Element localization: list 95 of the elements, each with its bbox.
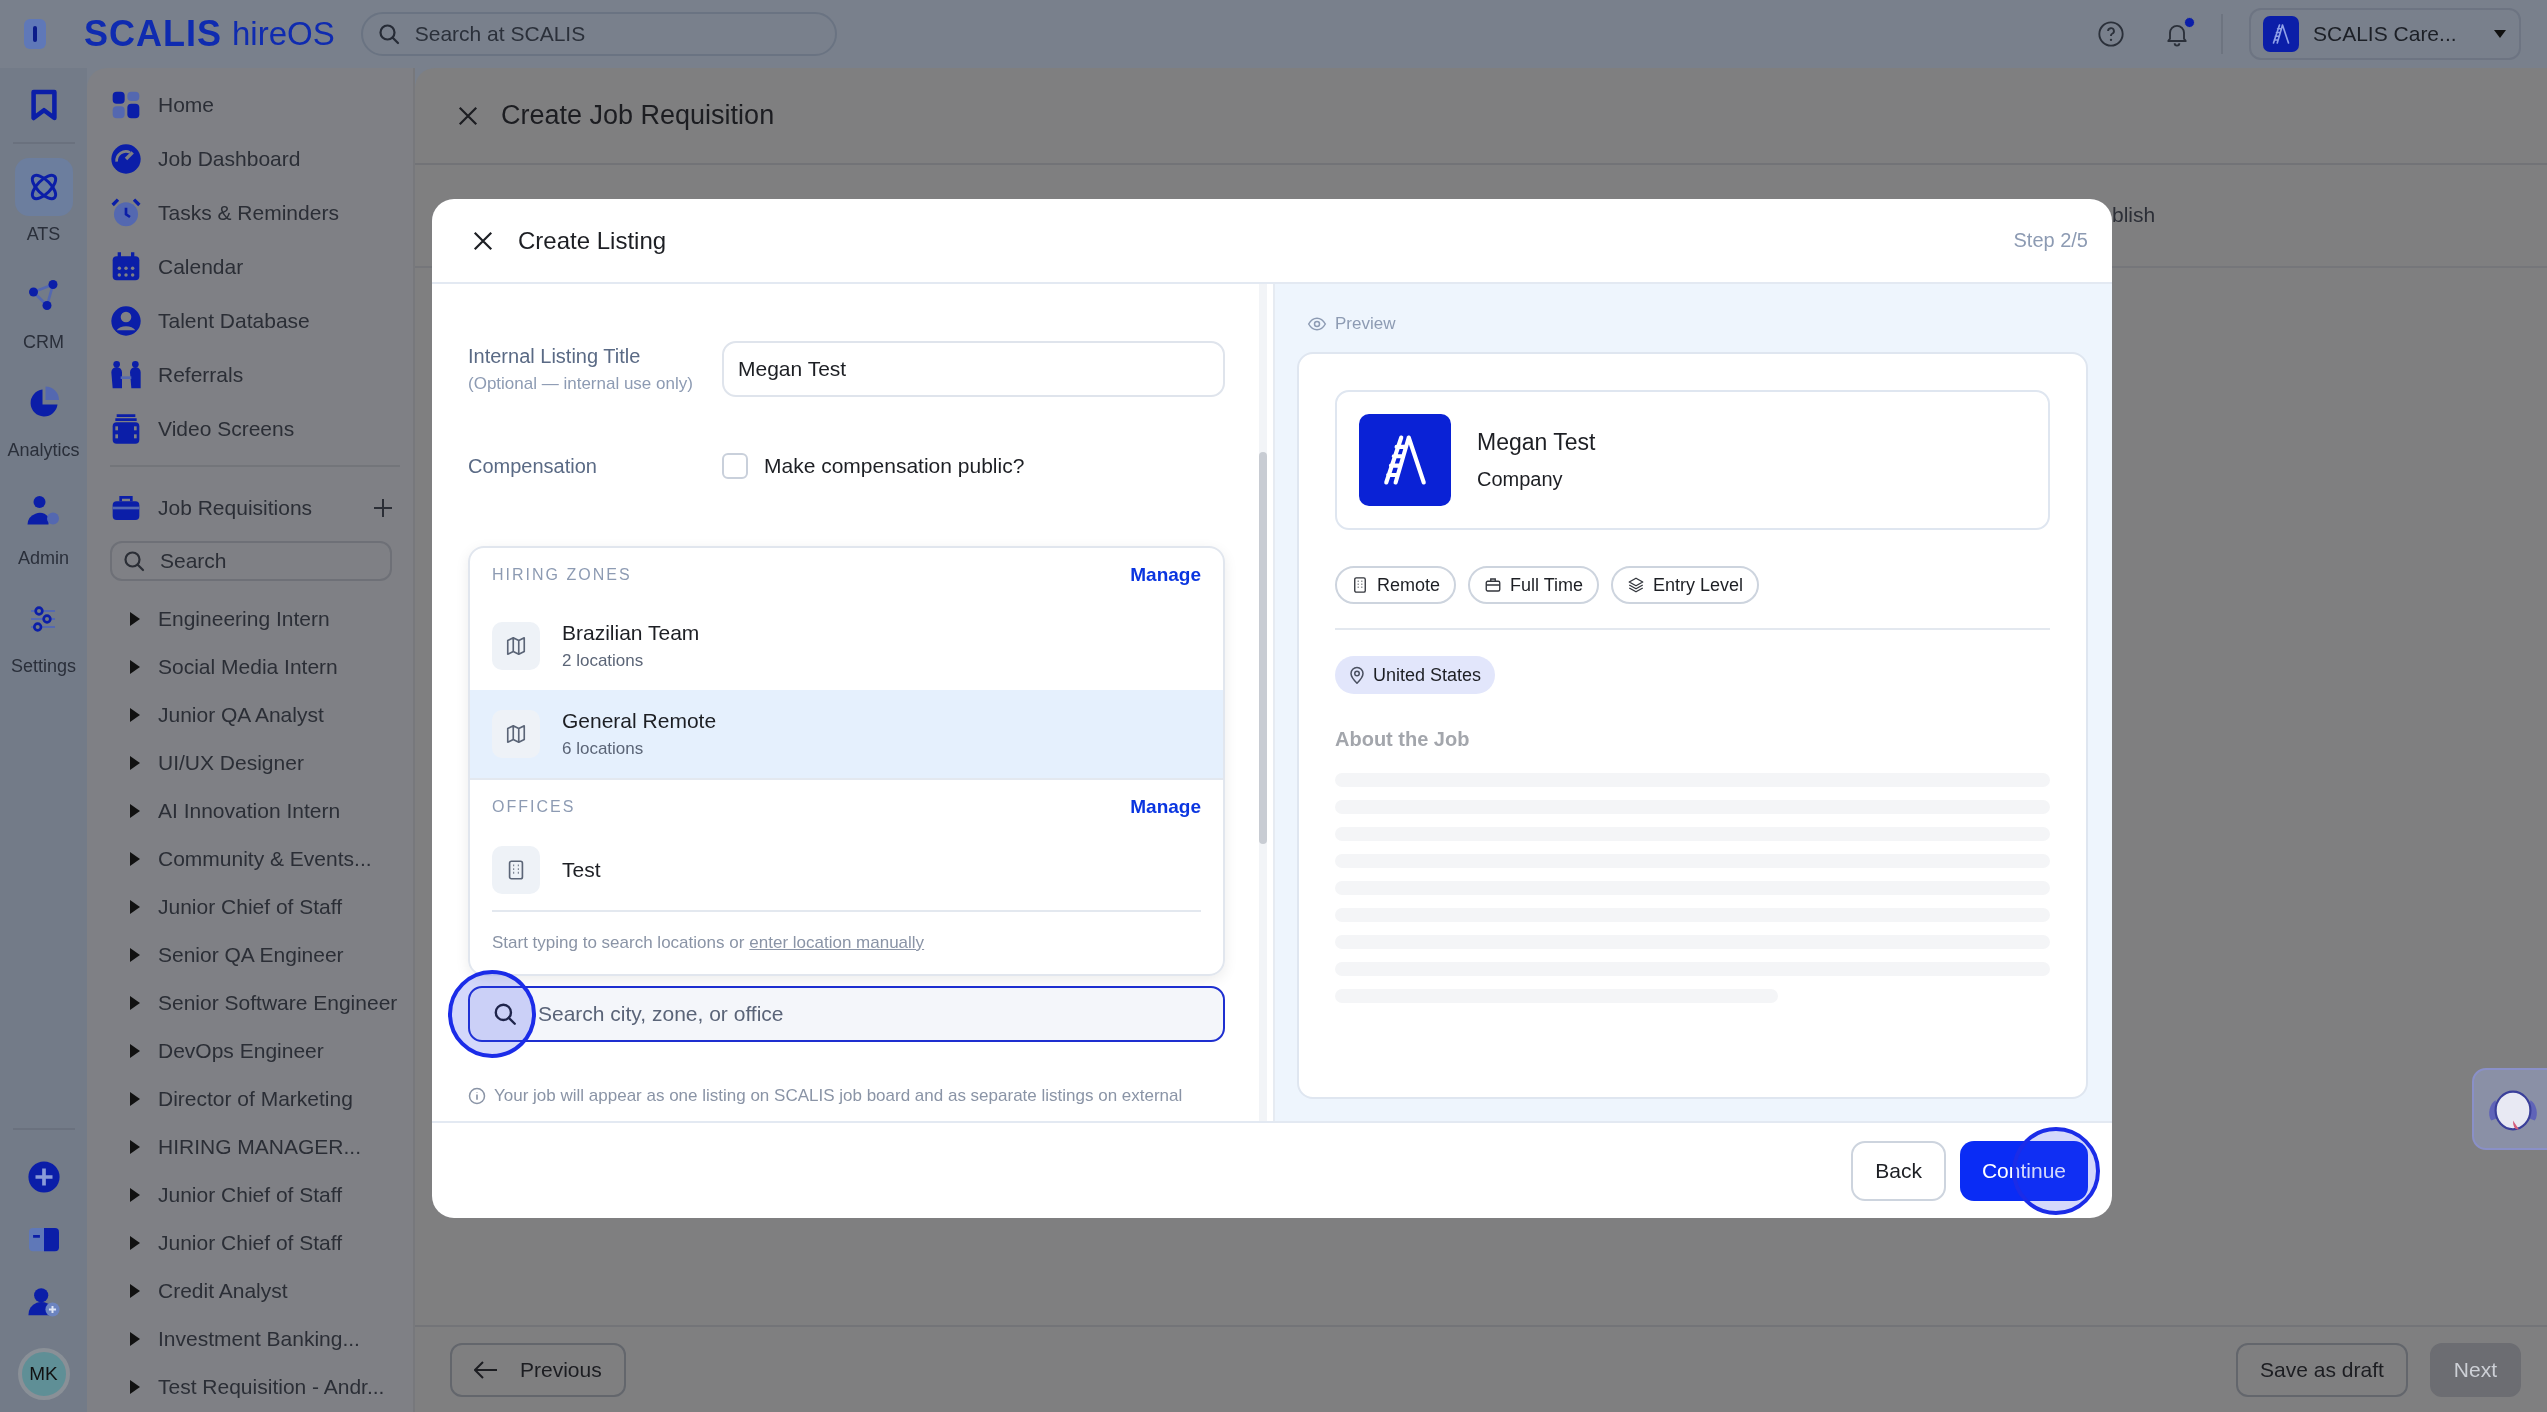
requisition-item[interactable]: Director of Marketing	[110, 1075, 399, 1123]
section-title: About the Job	[1335, 728, 1471, 751]
job-tag: Remote	[1335, 566, 1457, 604]
scrollbar-thumb[interactable]	[1259, 452, 1267, 844]
requisition-item[interactable]: AI Innovation Intern	[110, 787, 399, 835]
alarm-clock-icon	[110, 197, 142, 229]
building-icon	[1351, 576, 1369, 594]
requisition-item[interactable]: Senior Software Engineer	[110, 979, 399, 1027]
search-field[interactable]: Search	[110, 541, 392, 581]
manage-link[interactable]: Manage	[1130, 564, 1201, 586]
film-icon	[110, 413, 142, 445]
checkbox-label: Make compensation public?	[764, 454, 1025, 478]
requisition-item[interactable]: Test Requisition - Andr...	[110, 1363, 399, 1411]
requisition-item[interactable]: Junior Chief of Staff	[110, 883, 399, 931]
field-label: Internal Listing Title	[468, 344, 642, 368]
page-title: Create Job Requisition	[501, 100, 775, 131]
step-indicator: Step 2/5	[2013, 229, 2088, 252]
search-icon	[376, 22, 401, 46]
search-field[interactable]: Search at SCALIS	[360, 12, 837, 56]
job-tag: Full Time	[1468, 566, 1600, 604]
map-icon	[505, 723, 527, 745]
rail-item[interactable]: Analytics	[7, 374, 80, 482]
hint-text: Start typing to search locations or	[492, 933, 745, 953]
field-label: Compensation	[468, 454, 598, 478]
checkbox[interactable]	[722, 453, 748, 479]
location-tag: United States	[1335, 656, 1496, 694]
preview-label: Preview	[1335, 314, 1396, 334]
field-hint: (Optional — internal use only)	[468, 373, 694, 394]
requisition-item[interactable]: Social Media Intern	[110, 643, 399, 691]
nav-item[interactable]: Job Dashboard	[110, 132, 399, 186]
back-button[interactable]: Back	[1851, 1140, 1946, 1201]
arrow-left-icon	[474, 1360, 498, 1379]
manage-link[interactable]: Manage	[1130, 796, 1201, 818]
requisition-item[interactable]: Investment Banking...	[110, 1315, 399, 1363]
eye-icon	[1307, 314, 1327, 334]
modal-title: Create Listing	[518, 226, 668, 255]
requisition-item[interactable]: UI/UX Designer	[110, 739, 399, 787]
search-icon	[492, 1001, 518, 1027]
info-icon	[468, 1087, 486, 1105]
requisition-item[interactable]: Community & Events...	[110, 835, 399, 883]
nav-item[interactable]: Calendar	[110, 240, 399, 294]
requisition-item[interactable]: Engineering Intern	[110, 595, 399, 643]
group-heading: OFFICES	[492, 798, 576, 816]
brand-name: SCALIS	[84, 13, 222, 55]
manual-entry-link[interactable]: enter location manually	[749, 933, 925, 953]
input-field[interactable]: Megan Test	[722, 341, 1225, 397]
requisition-item[interactable]: HIRING MANAGER...	[110, 1123, 399, 1171]
product-name: hireOS	[232, 15, 335, 53]
previous-button[interactable]: Previous	[450, 1342, 626, 1397]
rail-item[interactable]: Admin	[14, 482, 73, 590]
add-icon[interactable]	[371, 496, 395, 520]
bookmark-icon[interactable]	[30, 89, 57, 121]
location-search-field[interactable]: Search city, zone, or office	[468, 986, 1225, 1042]
add-circle-icon[interactable]	[26, 1160, 61, 1194]
save-draft-button[interactable]: Save as draft	[2236, 1342, 2408, 1397]
user-avatar[interactable]: MK	[17, 1348, 70, 1400]
sidebar-toggle-icon[interactable]	[24, 19, 46, 49]
pin-icon	[1349, 666, 1365, 684]
requisition-item[interactable]: DevOps Engineer	[110, 1027, 399, 1075]
search-icon	[122, 549, 146, 573]
rail-item[interactable]: CRM	[14, 266, 73, 374]
nav-item[interactable]: Home	[110, 78, 399, 132]
account-selector[interactable]: SCALIS Care...	[2249, 8, 2521, 60]
nav-item[interactable]: Talent Database	[110, 294, 399, 348]
dashboard-icon	[110, 143, 142, 175]
requisition-item[interactable]: Credit Analyst	[110, 1267, 399, 1315]
section-title: Job Requisitions	[158, 496, 314, 520]
group-heading: HIRING ZONES	[492, 566, 632, 584]
help-icon[interactable]	[2097, 20, 2125, 48]
requisition-item[interactable]: Junior Chief of Staff	[110, 1171, 399, 1219]
location-option[interactable]: Brazilian Team 2 locations	[470, 602, 1223, 690]
step-label: blish	[2112, 203, 2156, 226]
caret-down-icon	[2493, 29, 2507, 39]
people-icon	[110, 359, 142, 391]
layers-icon	[1627, 576, 1646, 594]
calendar-icon	[110, 251, 142, 283]
map-icon	[505, 635, 527, 657]
requisition-item[interactable]: Junior Chief of Staff	[110, 1219, 399, 1267]
nav-item[interactable]: Tasks & Reminders	[110, 186, 399, 240]
location-option[interactable]: General Remote 6 locations	[470, 690, 1223, 778]
rail-item[interactable]: Settings	[10, 590, 76, 698]
briefcase-icon	[1484, 576, 1503, 594]
continue-button[interactable]: Continue	[1959, 1140, 2088, 1201]
notice-text: Your job will appear as one listing on SCALIS job board and as separate listings on external	[494, 1086, 1183, 1106]
company-subtitle: Company	[1477, 468, 1564, 491]
home-icon	[110, 89, 142, 121]
job-tag: Entry Level	[1611, 566, 1760, 604]
close-icon[interactable]	[472, 229, 494, 252]
requisition-item[interactable]: Senior QA Engineer	[110, 931, 399, 979]
requisition-item[interactable]: Junior QA Analyst	[110, 691, 399, 739]
company-name: Megan Test	[1477, 429, 1596, 456]
nav-item[interactable]: Referrals	[110, 348, 399, 402]
nav-item[interactable]: Video Screens	[110, 402, 399, 456]
location-option[interactable]: Test	[470, 834, 1223, 906]
user-circle-icon	[110, 305, 142, 337]
